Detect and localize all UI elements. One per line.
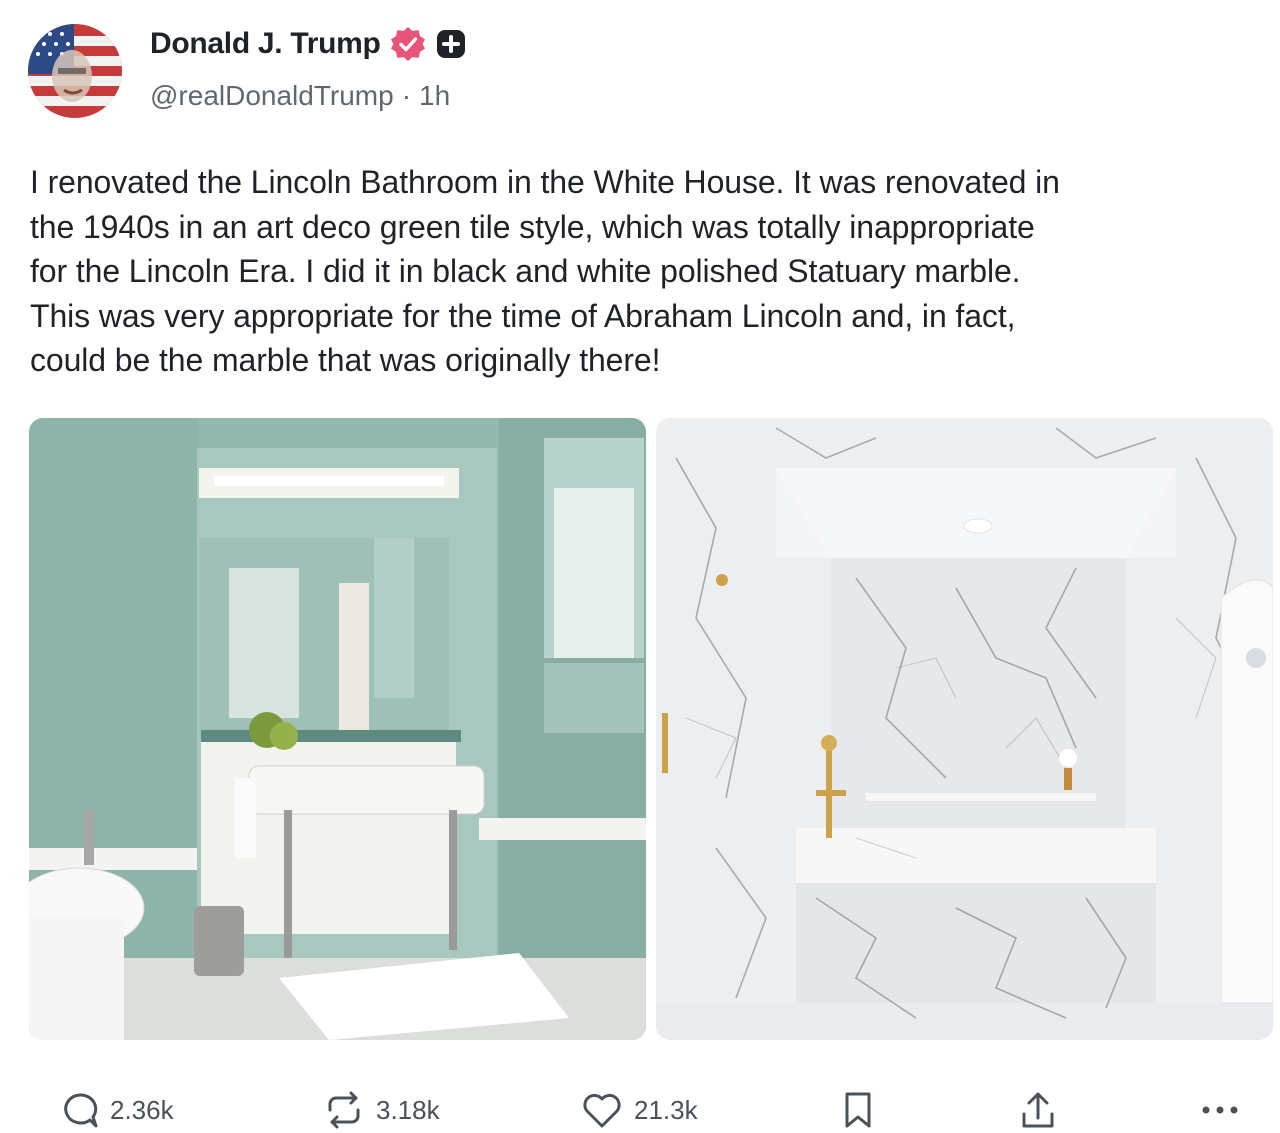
follow-plus-icon[interactable] bbox=[435, 28, 467, 60]
post-card: Donald J. Trump @realDonaldTrump · 1h I … bbox=[0, 0, 1280, 1133]
share-icon bbox=[1022, 1092, 1054, 1128]
verified-badge-icon bbox=[389, 25, 427, 63]
photo-marble-bathroom-icon bbox=[656, 418, 1273, 1040]
author-name-row: Donald J. Trump bbox=[150, 24, 467, 64]
photo-green-tile-bathroom-icon bbox=[29, 418, 646, 1040]
author-display-name[interactable]: Donald J. Trump bbox=[150, 27, 381, 61]
post-image-2[interactable] bbox=[656, 418, 1273, 1040]
heart-icon bbox=[583, 1093, 621, 1128]
bookmark-button[interactable] bbox=[840, 1090, 876, 1130]
like-button[interactable]: 21.3k bbox=[580, 1090, 698, 1130]
post-actions-bar: 2.36k 3.18k 21.3k bbox=[0, 1080, 1280, 1133]
avatar[interactable] bbox=[28, 24, 122, 118]
author-meta-row: @realDonaldTrump · 1h bbox=[150, 80, 450, 112]
reply-button[interactable]: 2.36k bbox=[60, 1090, 174, 1130]
repost-button[interactable]: 3.18k bbox=[322, 1090, 440, 1130]
meta-separator: · bbox=[401, 80, 412, 111]
more-options-button[interactable] bbox=[1196, 1090, 1244, 1130]
repost-count: 3.18k bbox=[376, 1094, 440, 1125]
avatar-flag-portrait-icon bbox=[28, 24, 122, 118]
post-timestamp[interactable]: 1h bbox=[419, 80, 450, 112]
post-image-1[interactable] bbox=[29, 418, 646, 1040]
reply-count: 2.36k bbox=[110, 1094, 174, 1125]
reply-icon bbox=[64, 1093, 98, 1128]
post-text: I renovated the Lincoln Bathroom in the … bbox=[30, 164, 1060, 378]
like-count: 21.3k bbox=[634, 1094, 698, 1125]
repost-icon bbox=[328, 1091, 360, 1129]
share-button[interactable] bbox=[1018, 1090, 1058, 1132]
bookmark-icon bbox=[845, 1092, 871, 1128]
author-handle[interactable]: @realDonaldTrump bbox=[150, 80, 394, 112]
more-icon bbox=[1202, 1106, 1238, 1114]
